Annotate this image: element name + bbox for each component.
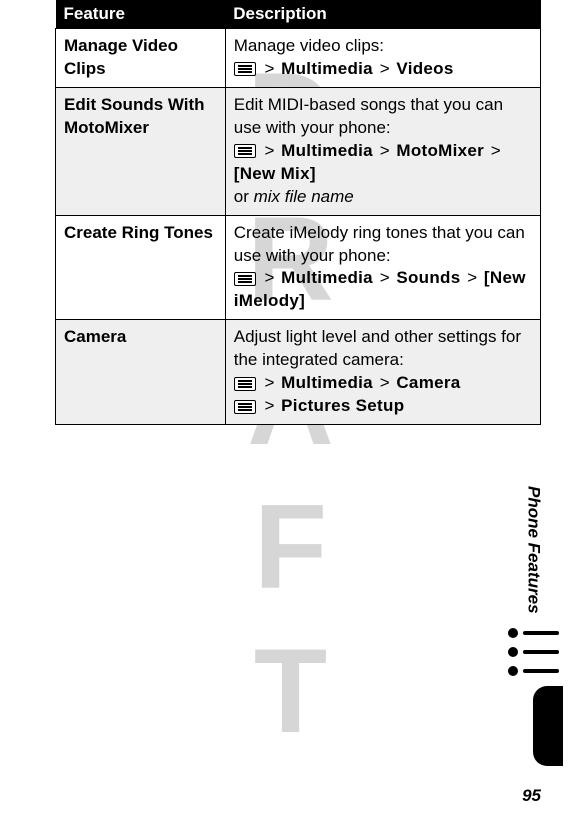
menu-step: MotoMixer	[396, 141, 484, 160]
list-icon	[508, 628, 559, 676]
gt-separator: >	[378, 59, 392, 78]
col-header-feature: Feature	[56, 0, 226, 29]
table-row: Create Ring Tones Create iMelody ring to…	[56, 215, 541, 320]
desc-lead: Edit MIDI-based songs that you can use w…	[234, 94, 532, 140]
gt-separator: >	[262, 59, 276, 78]
feature-description: Manage video clips: > Multimedia > Video…	[225, 29, 540, 88]
menu-step: Videos	[396, 59, 453, 78]
table-row: Manage Video Clips Manage video clips: >…	[56, 29, 541, 88]
col-header-description: Description	[225, 0, 540, 29]
nav-path: > Multimedia > Camera	[234, 372, 532, 395]
menu-icon	[234, 62, 256, 76]
gt-separator: >	[465, 268, 479, 287]
menu-step: Multimedia	[281, 373, 373, 392]
gt-separator: >	[262, 268, 276, 287]
feature-name: Edit Sounds With MotoMixer	[56, 87, 226, 215]
gt-separator: >	[262, 373, 276, 392]
menu-step: Camera	[396, 373, 460, 392]
desc-tail: or mix file name	[234, 186, 532, 209]
menu-step: Multimedia	[281, 141, 373, 160]
menu-icon	[234, 400, 256, 414]
features-table: Feature Description Manage Video Clips M…	[55, 0, 541, 425]
section-label: Phone Features	[524, 486, 544, 614]
desc-lead: Manage video clips:	[234, 35, 532, 58]
gt-separator: >	[378, 373, 392, 392]
feature-name: Camera	[56, 320, 226, 425]
nav-path: > Multimedia > MotoMixer > [New Mix]	[234, 141, 503, 183]
tail-plain: or	[234, 187, 254, 206]
feature-description: Create iMelody ring tones that you can u…	[225, 215, 540, 320]
tail-italic: mix file name	[254, 187, 354, 206]
feature-description: Adjust light level and other settings fo…	[225, 320, 540, 425]
page-content: Feature Description Manage Video Clips M…	[0, 0, 581, 425]
menu-step: Pictures Setup	[281, 396, 404, 415]
table-row: Camera Adjust light level and other sett…	[56, 320, 541, 425]
nav-path: > Multimedia > Videos	[234, 59, 454, 78]
menu-icon	[234, 272, 256, 286]
gt-separator: >	[378, 141, 392, 160]
feature-description: Edit MIDI-based songs that you can use w…	[225, 87, 540, 215]
menu-icon	[234, 377, 256, 391]
feature-name: Manage Video Clips	[56, 29, 226, 88]
menu-icon	[234, 144, 256, 158]
nav-path: > Multimedia > Sounds > [New iMelody]	[234, 268, 526, 310]
gt-separator: >	[489, 141, 503, 160]
nav-path: > Pictures Setup	[234, 395, 532, 418]
page-number: 95	[522, 786, 541, 806]
gt-separator: >	[378, 268, 392, 287]
gt-separator: >	[262, 141, 276, 160]
menu-step: Multimedia	[281, 268, 373, 287]
side-tab: Phone Features	[508, 486, 559, 766]
feature-name: Create Ring Tones	[56, 215, 226, 320]
menu-step: Multimedia	[281, 59, 373, 78]
menu-step: Sounds	[396, 268, 460, 287]
desc-lead: Create iMelody ring tones that you can u…	[234, 222, 532, 268]
table-row: Edit Sounds With MotoMixer Edit MIDI-bas…	[56, 87, 541, 215]
menu-step: [New Mix]	[234, 164, 316, 183]
desc-lead: Adjust light level and other settings fo…	[234, 326, 532, 372]
thumb-tab	[533, 686, 563, 766]
gt-separator: >	[262, 396, 276, 415]
